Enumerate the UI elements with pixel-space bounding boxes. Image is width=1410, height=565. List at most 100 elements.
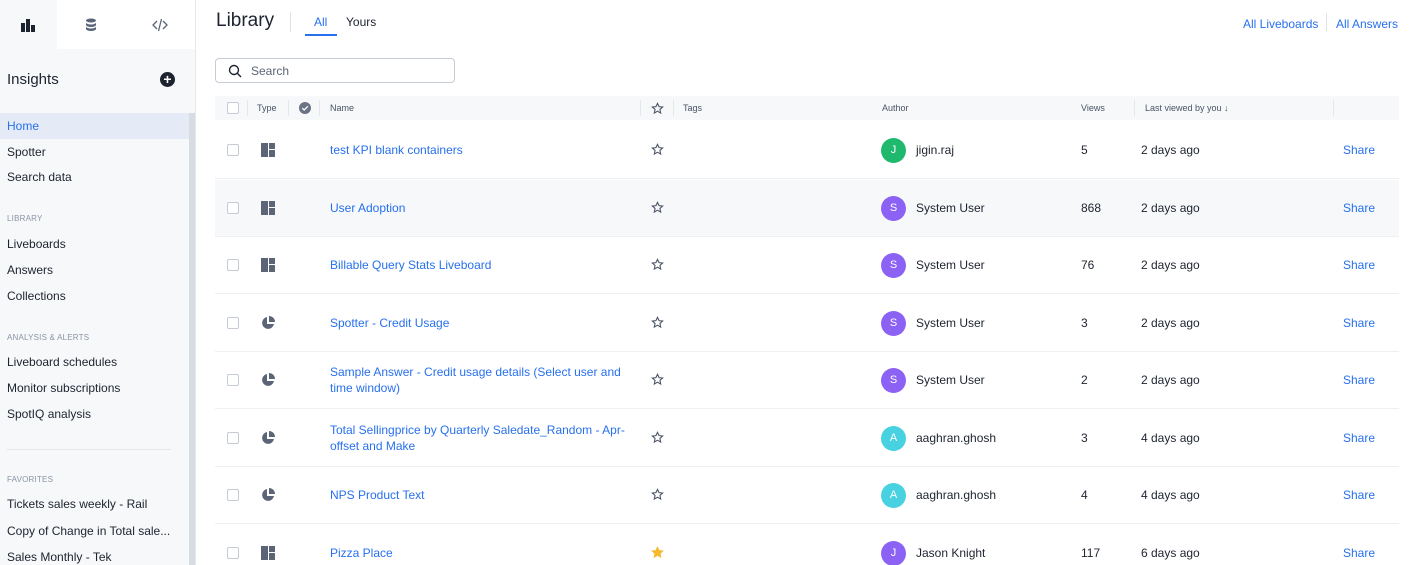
sidebar-header: Insights + <box>7 71 175 88</box>
views-count: 4 <box>1081 488 1088 502</box>
item-name-link[interactable]: Total Sellingprice by Quarterly Saledate… <box>330 422 645 454</box>
row-checkbox[interactable] <box>227 144 239 156</box>
answer-icon <box>261 373 275 387</box>
column-divider <box>673 100 674 116</box>
sidebar-favorite-item[interactable]: Tickets sales weekly - Rail <box>0 491 189 517</box>
author-name: System User <box>916 373 985 387</box>
item-name-link[interactable]: Sample Answer - Credit usage details (Se… <box>330 364 645 396</box>
star-icon[interactable] <box>651 316 664 329</box>
row-checkbox[interactable] <box>227 259 239 271</box>
table-row[interactable]: NPS Product Text Aaaghran.ghosh 4 4 days ag… <box>215 467 1399 524</box>
share-button[interactable]: Share <box>1343 258 1375 272</box>
sidebar-favorite-item[interactable]: Sales Monthly - Tek <box>0 544 189 565</box>
tab-all[interactable]: All <box>314 15 327 29</box>
star-icon[interactable] <box>651 488 664 501</box>
row-checkbox[interactable] <box>227 547 239 559</box>
column-header-name[interactable]: Name <box>330 96 354 120</box>
table-row[interactable]: test KPI blank containers Jjigin.raj 5 2 da… <box>215 122 1399 179</box>
sidebar-item-liveboard-schedules[interactable]: Liveboard schedules <box>0 349 189 375</box>
author-name: System User <box>916 201 985 215</box>
sidebar-divider <box>7 449 171 450</box>
table-row[interactable]: Pizza Place J Jason Knight 117 6 days ago Sha… <box>215 525 1399 565</box>
row-checkbox[interactable] <box>227 432 239 444</box>
answer-icon <box>261 316 275 330</box>
sidebar-scrollbar[interactable] <box>189 113 195 565</box>
author-name: aaghran.ghosh <box>916 488 997 502</box>
table-row[interactable]: Total Sellingprice by Quarterly Saledate… <box>215 410 1399 467</box>
all-answers-link[interactable]: All Answers <box>1336 17 1398 31</box>
tab-develop[interactable] <box>125 0 195 49</box>
views-count: 868 <box>1081 201 1102 215</box>
star-icon[interactable] <box>651 258 664 271</box>
last-viewed: 4 days ago <box>1141 431 1200 445</box>
share-button[interactable]: Share <box>1343 143 1375 157</box>
liveboard-icon <box>261 258 275 272</box>
item-name-link[interactable]: test KPI blank containers <box>330 142 645 158</box>
verified-icon[interactable] <box>299 102 311 114</box>
select-all-checkbox[interactable] <box>227 102 239 114</box>
share-button[interactable]: Share <box>1343 546 1375 560</box>
item-name-link[interactable]: Billable Query Stats Liveboard <box>330 257 645 273</box>
column-header-tags[interactable]: Tags <box>683 96 702 120</box>
row-checkbox[interactable] <box>227 374 239 386</box>
column-header-author[interactable]: Author <box>882 96 909 120</box>
table-row[interactable]: User Adoption S System User 868 2 days ago Sh… <box>215 180 1399 237</box>
avatar: J <box>881 138 906 163</box>
sidebar-item-spotter[interactable]: Spotter <box>0 139 189 165</box>
sidebar-favorite-item[interactable]: Copy of Change in Total sale... <box>0 518 189 544</box>
search-input[interactable] <box>251 63 441 78</box>
avatar: S <box>881 311 906 336</box>
tab-data[interactable] <box>56 0 126 49</box>
column-header-type[interactable]: Type <box>257 96 277 120</box>
star-icon[interactable] <box>651 373 664 386</box>
item-name-link[interactable]: Pizza Place <box>330 545 645 561</box>
item-name-link[interactable]: Spotter - Credit Usage <box>330 315 645 331</box>
star-filled-icon[interactable] <box>651 546 664 559</box>
table-row[interactable]: Billable Query Stats Liveboard S System Us… <box>215 237 1399 294</box>
row-checkbox[interactable] <box>227 202 239 214</box>
last-viewed: 2 days ago <box>1141 373 1200 387</box>
author-name: aaghran.ghosh <box>916 431 997 445</box>
views-count: 3 <box>1081 431 1088 445</box>
answer-icon <box>261 488 275 502</box>
share-button[interactable]: Share <box>1343 373 1375 387</box>
liveboard-icon <box>261 143 275 157</box>
row-checkbox[interactable] <box>227 317 239 329</box>
column-header-last-viewed[interactable]: Last viewed by you ↓ <box>1145 96 1229 120</box>
views-count: 2 <box>1081 373 1088 387</box>
author-name: System User <box>916 316 985 330</box>
section-analysis: ANALYSIS & ALERTS <box>7 333 90 342</box>
sidebar-item-answers[interactable]: Answers <box>0 257 189 283</box>
table-row[interactable]: Spotter - Credit Usage S System User 3 2 day… <box>215 295 1399 352</box>
avatar: A <box>881 426 906 451</box>
table-row[interactable]: Sample Answer - Credit usage details (Se… <box>215 352 1399 409</box>
item-name-link[interactable]: User Adoption <box>330 200 645 216</box>
row-checkbox[interactable] <box>227 489 239 501</box>
tab-insights[interactable] <box>0 0 57 49</box>
last-viewed: 2 days ago <box>1141 143 1200 157</box>
search-box <box>215 58 455 83</box>
share-button[interactable]: Share <box>1343 316 1375 330</box>
sidebar-item-search-data[interactable]: Search data <box>0 164 189 190</box>
tab-yours[interactable]: Yours <box>346 15 376 29</box>
liveboard-icon <box>261 546 275 560</box>
share-button[interactable]: Share <box>1343 488 1375 502</box>
views-count: 117 <box>1081 546 1101 560</box>
avatar: S <box>881 253 906 278</box>
share-button[interactable]: Share <box>1343 201 1375 215</box>
star-icon[interactable] <box>651 431 664 444</box>
add-icon[interactable]: + <box>160 72 175 87</box>
column-divider <box>640 100 641 116</box>
sidebar-item-collections[interactable]: Collections <box>0 283 189 309</box>
column-header-views[interactable]: Views <box>1081 96 1105 120</box>
sidebar-item-home[interactable]: Home <box>0 113 189 139</box>
sidebar-item-spotiq-analysis[interactable]: SpotIQ analysis <box>0 401 189 427</box>
share-button[interactable]: Share <box>1343 431 1375 445</box>
sidebar-item-liveboards[interactable]: Liveboards <box>0 231 189 257</box>
star-column-icon[interactable] <box>651 102 664 115</box>
star-icon[interactable] <box>651 143 664 156</box>
star-icon[interactable] <box>651 201 664 214</box>
item-name-link[interactable]: NPS Product Text <box>330 487 645 503</box>
sidebar-item-monitor-subscriptions[interactable]: Monitor subscriptions <box>0 375 189 401</box>
all-liveboards-link[interactable]: All Liveboards <box>1243 17 1318 31</box>
